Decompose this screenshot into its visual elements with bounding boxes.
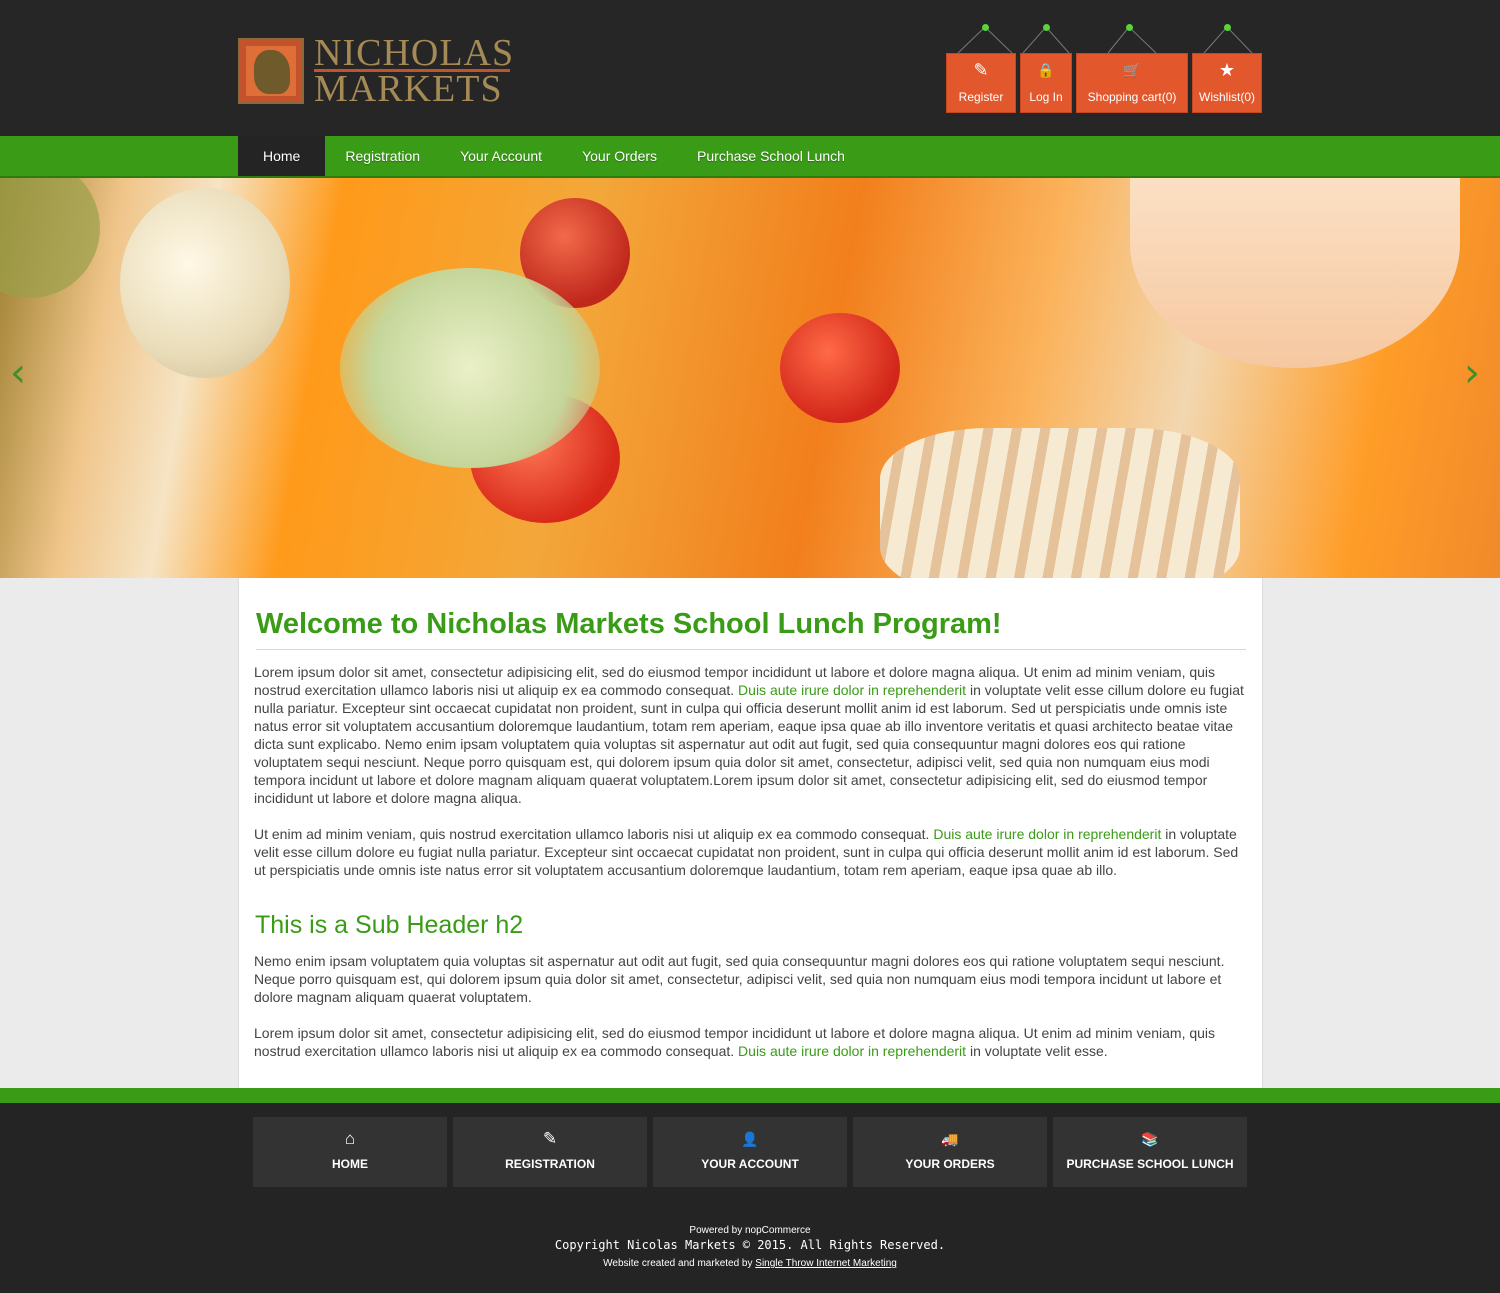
lock-icon: 🔒 (1037, 62, 1055, 78)
login-button[interactable]: 🔒 Log In (1020, 53, 1072, 113)
site-header: NICHOLAS MARKETS ✎ Register 🔒 Log In 🛒 S… (0, 0, 1500, 136)
banner-milk-glass-image (1130, 178, 1460, 368)
home-icon: ⌂ (344, 1129, 356, 1148)
wishlist-label: Wishlist(0) (1199, 90, 1255, 104)
banner-pickle-image (0, 178, 100, 298)
user-icon: 👤 (741, 1131, 759, 1147)
footer-nav-label: YOUR ACCOUNT (701, 1157, 799, 1171)
logo-line-2: MARKETS (314, 68, 503, 110)
hero-banner: ‹ › (0, 178, 1500, 578)
footer-nav-your-account[interactable]: 👤 YOUR ACCOUNT (653, 1117, 847, 1187)
main-content: Welcome to Nicholas Markets School Lunch… (238, 578, 1263, 1088)
second-paragraph: Ut enim ad minim veniam, quis nostrud ex… (254, 826, 1239, 878)
banner-sandwich-image (880, 428, 1240, 578)
footer-nav-purchase-school-lunch[interactable]: 📚 PURCHASE SCHOOL LUNCH (1053, 1117, 1247, 1187)
register-button[interactable]: ✎ Register (946, 53, 1016, 113)
login-label: Log In (1029, 90, 1063, 104)
main-navbar: Home Registration Your Account Your Orde… (0, 136, 1500, 178)
banner-next-arrow[interactable]: › (1464, 353, 1494, 393)
footer-nav-label: REGISTRATION (505, 1157, 595, 1171)
nav-purchase-school-lunch[interactable]: Purchase School Lunch (677, 136, 865, 176)
intro-paragraph: Lorem ipsum dolor sit amet, consectetur … (254, 664, 1244, 806)
powered-by: Powered by nopCommerce (689, 1225, 811, 1236)
cart-icon: 🛒 (1123, 62, 1141, 78)
inline-link[interactable]: Duis aute irure dolor in reprehenderit (738, 1043, 966, 1059)
logo-line-1: NICHOLAS (314, 32, 515, 74)
footer-nav-label: YOUR ORDERS (905, 1157, 995, 1171)
shopping-cart-button[interactable]: 🛒 Shopping cart(0) (1076, 53, 1188, 113)
sub-header: This is a Sub Header h2 (255, 911, 524, 939)
inline-link[interactable]: Duis aute irure dolor in reprehenderit (933, 826, 1161, 842)
footer-nav-home[interactable]: ⌂ HOME (253, 1117, 447, 1187)
fourth-paragraph: Lorem ipsum dolor sit amet, consectetur … (254, 1025, 1216, 1059)
banner-prev-arrow[interactable]: ‹ (10, 353, 40, 393)
agency-link[interactable]: Single Throw Internet Marketing (755, 1258, 897, 1269)
banner-egg-image (120, 188, 290, 378)
star-icon: ★ (1218, 60, 1236, 80)
inline-link[interactable]: Duis aute irure dolor in reprehenderit (738, 682, 966, 698)
footer-accent-bar (0, 1088, 1500, 1103)
footer-nav-label: HOME (332, 1157, 368, 1171)
shopping-cart-label: Shopping cart(0) (1087, 90, 1177, 104)
banner-lettuce-image (340, 268, 600, 468)
site-footer: ⌂ HOME ✎ REGISTRATION 👤 YOUR ACCOUNT 🚚 Y… (0, 1103, 1500, 1293)
page-title: Welcome to Nicholas Markets School Lunch… (256, 608, 1246, 650)
nav-your-orders[interactable]: Your Orders (562, 136, 677, 176)
edit-icon: ✎ (973, 60, 989, 80)
third-paragraph: Nemo enim ipsam voluptatem quia voluptas… (254, 953, 1225, 1005)
books-icon: 📚 (1141, 1131, 1159, 1147)
main-nav: Home Registration Your Account Your Orde… (238, 136, 865, 176)
truck-icon: 🚚 (941, 1131, 959, 1147)
footer-nav-label: PURCHASE SCHOOL LUNCH (1066, 1157, 1234, 1171)
nav-registration[interactable]: Registration (325, 136, 440, 176)
footer-nav-registration[interactable]: ✎ REGISTRATION (453, 1117, 647, 1187)
wishlist-button[interactable]: ★ Wishlist(0) (1192, 53, 1262, 113)
copyright: Copyright Nicolas Markets © 2015. All Ri… (554, 1238, 946, 1252)
logo-text: NICHOLAS MARKETS (314, 32, 515, 110)
logo-emblem (238, 38, 304, 104)
footer-nav-your-orders[interactable]: 🚚 YOUR ORDERS (853, 1117, 1047, 1187)
site-logo[interactable]: NICHOLAS MARKETS (238, 32, 515, 110)
nav-home[interactable]: Home (238, 136, 326, 176)
nav-your-account[interactable]: Your Account (440, 136, 562, 176)
register-label: Register (958, 90, 1004, 104)
banner-tomato-image (780, 313, 900, 423)
edit-icon: ✎ (542, 1129, 558, 1148)
created-by: Website created and marketed by Single T… (603, 1258, 897, 1269)
